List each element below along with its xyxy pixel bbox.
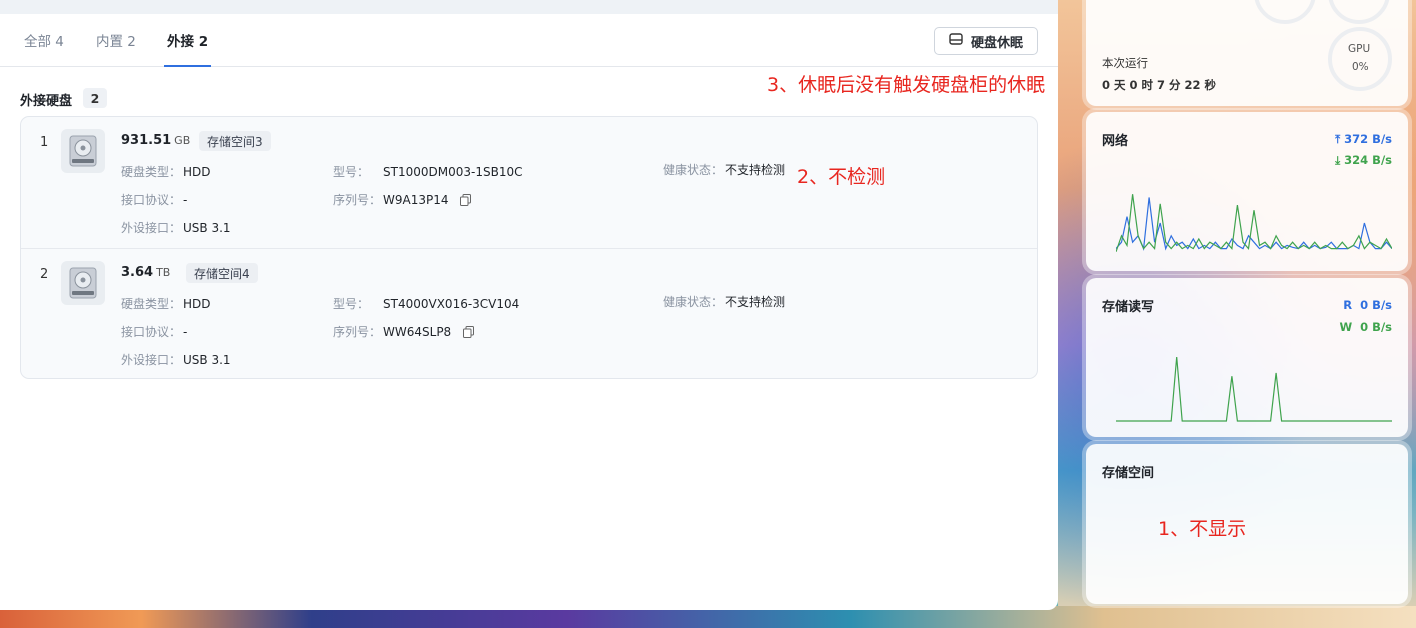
network-widget: 网络 ⤒ 372 B/s ⤓ 324 B/s (1086, 112, 1408, 271)
tab-internal[interactable]: 内置 2 (96, 30, 136, 67)
section-count-badge: 2 (83, 88, 107, 108)
disk-tabs: 全部 4 内置 2 外接 2 硬盘休眠 (0, 14, 1058, 67)
gpu-gauge (1328, 27, 1392, 91)
storage-space-title: 存储空间 (1102, 466, 1155, 481)
storage-space-tag: 存储空间3 (199, 131, 271, 151)
disk-health: 健康状态： 不支持检测 (663, 295, 786, 309)
disk-size-unit: GB (174, 134, 191, 147)
uptime-label: 本次运行 (1102, 56, 1148, 70)
tab-all[interactable]: 全部 4 (24, 30, 64, 67)
uptime-value: 0 天 0 时 7 分 22 秒 (1102, 78, 1217, 92)
window-topbar (0, 0, 1058, 14)
gpu-value: 0% (1352, 61, 1369, 73)
network-chart (1116, 194, 1392, 252)
storage-io-widget: 存储读写 R 0 B/s W 0 B/s (1086, 278, 1408, 437)
disk-sleep-button[interactable]: 硬盘休眠 (934, 27, 1038, 55)
disk-size-value: 3.64 (121, 265, 154, 280)
copy-icon[interactable] (460, 194, 472, 209)
storage-space-tag: 存储空间4 (186, 263, 258, 283)
disk-serial: 序列号： WW64SLP8 (333, 323, 475, 341)
hard-disk-icon (61, 261, 105, 305)
disk-management-window: 全部 4 内置 2 外接 2 硬盘休眠 外接硬盘 2 1 931.51 GB 存… (0, 0, 1058, 610)
disk-serial: 序列号： W9A13P14 (333, 191, 472, 209)
network-title: 网络 (1102, 134, 1129, 149)
storage-io-chart (1116, 356, 1392, 422)
disk-size-unit: TB (156, 266, 171, 279)
storage-read-rate: R 0 B/s (1343, 298, 1392, 312)
disk-model: 型号： ST1000DM003-1SB10C (333, 165, 523, 179)
disk-sleep-label: 硬盘休眠 (970, 35, 1023, 51)
upload-icon: ⤒ (1335, 132, 1341, 146)
copy-icon[interactable] (463, 326, 475, 341)
gpu-label: GPU (1348, 43, 1371, 55)
system-status-widget: 本次运行 0 天 0 时 7 分 22 秒 GPU 0% (1086, 0, 1408, 106)
tab-external[interactable]: 外接 2 (164, 30, 212, 67)
drive-icon (949, 33, 963, 49)
disk-protocol: 接口协议： - (121, 325, 188, 339)
disk-port: 外设接口： USB 3.1 (121, 221, 231, 235)
hard-disk-icon (61, 129, 105, 173)
disk-type: 硬盘类型： HDD (121, 165, 211, 179)
disk-capacity: 931.51 GB (121, 133, 190, 148)
disk-protocol: 接口协议： - (121, 193, 188, 207)
disk-port: 外设接口： USB 3.1 (121, 353, 231, 367)
disk-model: 型号： ST4000VX016-3CV104 (333, 297, 520, 311)
disk-list: 1 931.51 GB 存储空间3 硬盘类型： HDD 接口协议： - 外设接口： US… (20, 116, 1038, 379)
disk-health: 健康状态： 不支持检测 (663, 163, 786, 177)
disk-row[interactable]: 2 3.64 TB 存储空间4 硬盘类型： HDD 接口协议： - 外设接口： USB … (21, 248, 1037, 379)
disk-capacity: 3.64 TB (121, 265, 170, 280)
network-download-rate: ⤓ 324 B/s (1335, 153, 1392, 167)
disk-type: 硬盘类型： HDD (121, 297, 211, 311)
section-title: 外接硬盘 (20, 94, 73, 109)
cpu-gauge (1254, 0, 1316, 24)
download-icon: ⤓ (1335, 153, 1341, 167)
disk-index: 2 (40, 267, 49, 282)
storage-write-rate: W 0 B/s (1339, 320, 1392, 334)
annotation-health: 2、不检测 (797, 166, 886, 188)
chart-series-line (1116, 356, 1392, 422)
network-upload-rate: ⤒ 372 B/s (1335, 132, 1392, 146)
annotation-sleep: 3、休眠后没有触发硬盘柜的休眠 (767, 74, 1046, 96)
storage-io-title: 存储读写 (1102, 300, 1155, 315)
disk-index: 1 (40, 135, 49, 150)
storage-space-widget: 存储空间 1、不显示 (1086, 444, 1408, 604)
disk-size-value: 931.51 (121, 133, 172, 148)
chart-series-line (1116, 194, 1392, 252)
annotation-storage-space: 1、不显示 (1158, 518, 1247, 540)
memory-gauge (1328, 0, 1390, 24)
